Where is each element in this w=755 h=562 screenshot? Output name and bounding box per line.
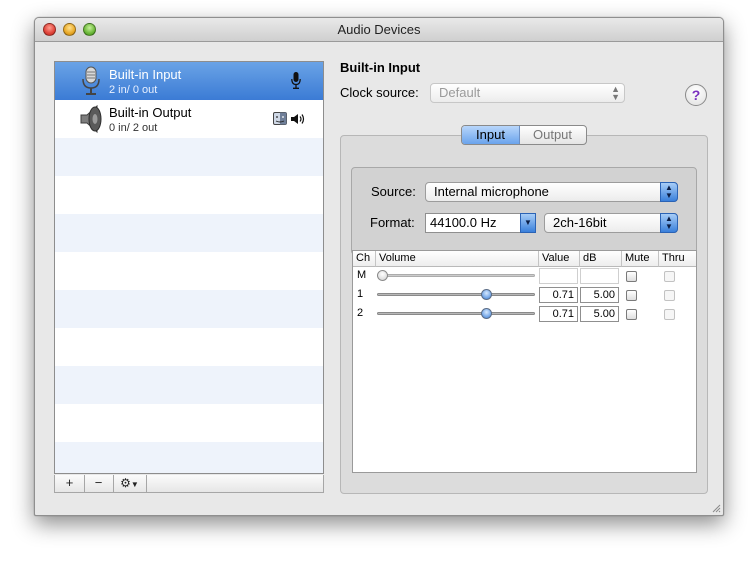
input-mic-icon — [291, 72, 301, 89]
list-stripe — [55, 442, 323, 473]
input-output-tabs: Input Output — [461, 125, 587, 145]
list-stripe — [55, 290, 323, 328]
source-label: Source: — [371, 184, 416, 199]
col-header-volume: Volume — [376, 251, 539, 267]
mute-checkbox[interactable] — [626, 271, 637, 282]
db-field[interactable]: 5.00 — [580, 306, 619, 322]
source-value: Internal microphone — [434, 184, 549, 199]
volume-slider-track[interactable] — [377, 293, 535, 296]
source-popup[interactable]: Internal microphone ▲ ▼ — [425, 182, 678, 202]
mute-checkbox[interactable] — [626, 290, 637, 301]
value-field[interactable]: 0.71 — [539, 306, 578, 322]
format-label: Format: — [370, 215, 415, 230]
source-format-box — [351, 167, 697, 255]
col-header-thru: Thru — [659, 251, 696, 267]
sample-rate-combo[interactable]: 44100.0 Hz ▼ — [425, 213, 536, 233]
format-bits-value: 2ch-16bit — [553, 215, 607, 230]
volume-slider-knob[interactable] — [481, 308, 493, 319]
title-bar[interactable]: Audio Devices — [35, 18, 723, 42]
device-name: Built-in Output — [109, 105, 192, 120]
channel-label: M — [357, 269, 367, 281]
db-field — [580, 268, 619, 284]
list-stripe — [55, 366, 323, 404]
volume-slider-knob[interactable] — [377, 270, 388, 281]
col-header-value: Value — [539, 251, 580, 267]
volume-slider-knob[interactable] — [481, 289, 493, 300]
device-row-built-in-input[interactable]: Built-in Input 2 in/ 0 out — [55, 62, 323, 100]
stepper-arrows-icon: ▲ ▼ — [611, 84, 620, 102]
col-header-db: dB — [580, 251, 622, 267]
format-bits-popup[interactable]: 2ch-16bit ▲ ▼ — [544, 213, 678, 233]
window-title: Audio Devices — [337, 22, 421, 37]
resize-grip-icon[interactable] — [711, 503, 721, 513]
col-header-mute: Mute — [622, 251, 659, 267]
gear-icon: ⚙ — [120, 476, 131, 490]
volume-slider-track[interactable] — [377, 274, 535, 277]
volume-slider-track[interactable] — [377, 312, 535, 315]
list-stripe — [55, 214, 323, 252]
stepper-arrows-icon: ▲ ▼ — [660, 182, 678, 202]
gear-menu-button[interactable]: ⚙▼ — [113, 475, 147, 492]
mute-checkbox[interactable] — [626, 309, 637, 320]
value-field[interactable]: 0.71 — [539, 287, 578, 303]
add-device-button[interactable]: + — [55, 475, 85, 492]
speaker-device-icon — [80, 104, 102, 134]
tab-output[interactable]: Output — [519, 126, 586, 144]
col-header-ch: Ch — [353, 251, 376, 267]
value-field — [539, 268, 578, 284]
device-io: 2 in/ 0 out — [109, 84, 158, 96]
thru-checkbox — [664, 309, 675, 320]
device-io: 0 in/ 2 out — [109, 122, 158, 134]
tab-input[interactable]: Input — [462, 126, 520, 144]
device-row-built-in-output[interactable]: Built-in Output 0 in/ 2 out — [55, 100, 323, 138]
speaker-volume-icon — [291, 114, 305, 124]
clock-source-label: Clock source: — [340, 85, 419, 100]
clock-source-value: Default — [439, 85, 481, 100]
chevron-down-icon: ▼ — [130, 480, 139, 489]
chevron-down-icon[interactable]: ▼ — [520, 213, 536, 233]
channel-table: Ch Volume Value dB Mute Thru M 1 0.71 5.… — [352, 250, 697, 473]
list-stripe — [55, 138, 323, 176]
finder-icon — [273, 112, 287, 125]
device-list-toolbar: + − ⚙▼ — [54, 475, 324, 493]
channel-label: 2 — [357, 307, 364, 319]
device-heading: Built-in Input — [340, 60, 421, 75]
sample-rate-value: 44100.0 Hz — [430, 215, 497, 230]
thru-checkbox — [664, 271, 675, 282]
clock-source-popup[interactable]: Default ▲ ▼ — [430, 83, 625, 103]
audio-devices-window: Audio Devices Built-in Input 2 in/ 0 out — [34, 17, 724, 516]
db-field[interactable]: 5.00 — [580, 287, 619, 303]
help-button[interactable]: ? — [685, 84, 707, 106]
stepper-arrows-icon: ▲ ▼ — [660, 213, 678, 233]
remove-device-button[interactable]: − — [84, 475, 114, 492]
microphone-device-icon — [82, 66, 100, 95]
device-name: Built-in Input — [109, 67, 182, 82]
thru-checkbox — [664, 290, 675, 301]
channel-label: 1 — [357, 288, 364, 300]
device-list[interactable]: Built-in Input 2 in/ 0 out Built-in Outp… — [54, 61, 324, 474]
